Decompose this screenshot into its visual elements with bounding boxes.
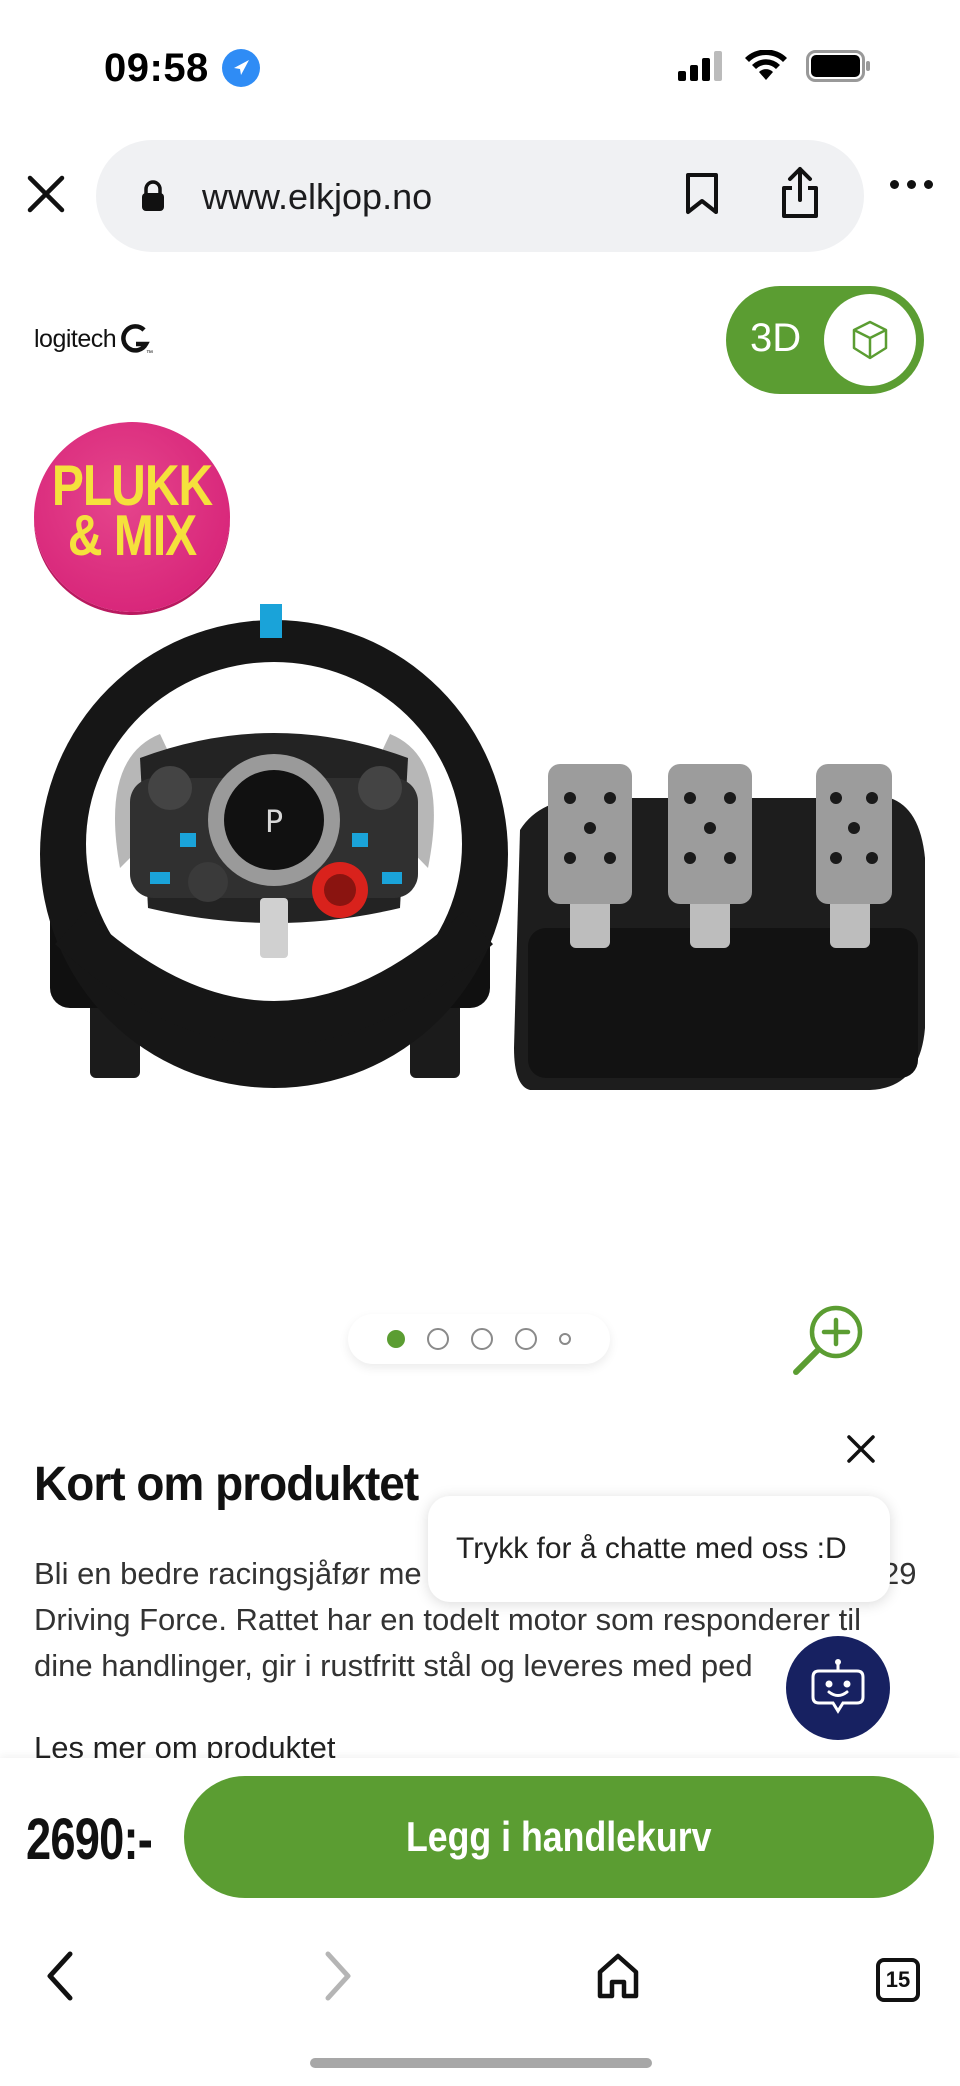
chat-bot-button[interactable] — [786, 1636, 890, 1740]
svg-text:P: P — [265, 805, 283, 840]
carousel-dot-active[interactable] — [387, 1330, 405, 1348]
chat-close-icon[interactable] — [844, 1432, 878, 1466]
status-time: 09:58 — [104, 46, 209, 90]
product-image-racing-wheel[interactable]: P — [30, 598, 930, 1098]
share-icon[interactable] — [778, 166, 822, 220]
description-line: Driving Force. Rattet har en todelt moto… — [34, 1602, 862, 1637]
home-indicator — [310, 2058, 652, 2068]
description-line: Bli en bedre racingsjåfør me — [34, 1556, 422, 1591]
address-bar[interactable]: www.elkjop.no — [96, 140, 864, 252]
battery-icon — [806, 50, 870, 82]
promo-badge-plukk-mix: PLUKK & MIX — [34, 422, 230, 612]
view-3d-toggle[interactable]: 3D — [726, 286, 924, 394]
chat-prompt-bubble[interactable]: Trykk for å chatte med oss :D — [428, 1496, 890, 1602]
description-line: dine handlinger, gir i rustfritt stål og… — [34, 1648, 753, 1683]
carousel-dot[interactable] — [515, 1328, 537, 1350]
view-3d-label: 3D — [750, 316, 802, 360]
close-tab-icon[interactable] — [24, 172, 68, 216]
add-to-cart-button[interactable]: Legg i handlekurv — [184, 1776, 934, 1898]
logitech-g-icon: ™ — [121, 324, 153, 356]
forward-icon[interactable] — [318, 1946, 358, 2006]
promo-badge-line: & MIX — [67, 504, 197, 569]
add-to-cart-label: Legg i handlekurv — [406, 1813, 712, 1860]
carousel-dot[interactable] — [471, 1328, 493, 1350]
wifi-icon — [745, 50, 787, 80]
toggle-knob — [824, 294, 916, 386]
zoom-in-icon[interactable] — [790, 1300, 870, 1380]
carousel-dot[interactable] — [427, 1328, 449, 1350]
cube-icon — [852, 320, 888, 360]
bookmark-icon[interactable] — [684, 172, 720, 216]
browser-toolbar: 15 — [0, 1918, 960, 2086]
url-text[interactable]: www.elkjop.no — [202, 176, 432, 218]
brand-logo: logitech ™ — [34, 322, 154, 356]
status-indicators — [678, 50, 872, 82]
tabs-count-button[interactable]: 15 — [876, 1958, 920, 2002]
chat-bot-icon — [811, 1659, 865, 1714]
cellular-signal-icon — [678, 51, 722, 81]
section-title-product-summary: Kort om produktet — [34, 1455, 419, 1511]
image-carousel-dots[interactable] — [348, 1314, 610, 1364]
svg-text:™: ™ — [146, 350, 153, 356]
chat-prompt-text: Trykk for å chatte med oss :D — [456, 1532, 847, 1565]
product-price: 2690:- — [26, 1807, 153, 1872]
sticky-buy-bar: 2690:- Legg i handlekurv — [0, 1758, 960, 1918]
more-options-icon[interactable] — [890, 180, 933, 189]
brand-logo-text: logitech — [34, 324, 117, 353]
home-icon[interactable] — [594, 1946, 642, 2006]
back-icon[interactable] — [40, 1946, 80, 2006]
carousel-dot[interactable] — [559, 1333, 571, 1345]
status-bar: 09:58 — [0, 0, 960, 130]
location-arrow-icon — [222, 49, 260, 87]
lock-icon — [142, 180, 164, 211]
